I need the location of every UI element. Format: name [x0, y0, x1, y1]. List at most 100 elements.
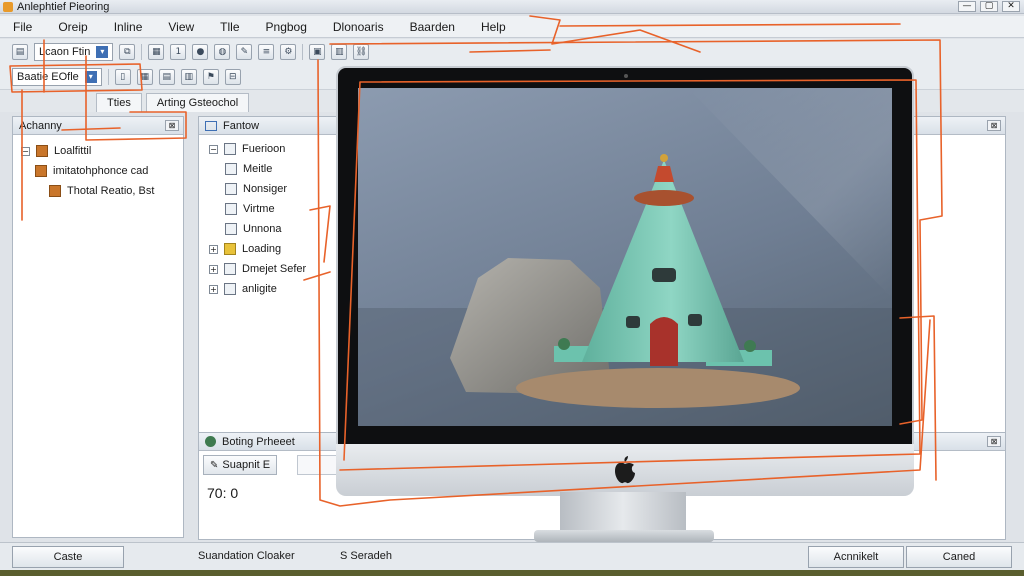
- cancel-button[interactable]: Caned: [906, 546, 1012, 568]
- tree-item-label: anligite: [242, 283, 277, 295]
- tower-band: [634, 190, 694, 206]
- tree-item[interactable]: imitatohphonce cad: [21, 161, 175, 181]
- bush-right: [744, 340, 756, 352]
- pin-icon[interactable]: ⊠: [165, 120, 179, 131]
- menu-file[interactable]: File: [0, 20, 45, 34]
- island-base: [516, 368, 800, 408]
- caste-button[interactable]: Caste: [12, 546, 124, 568]
- tree-item-label: Virtme: [243, 203, 275, 215]
- window-right: [688, 314, 702, 326]
- menu-dlonoaris[interactable]: Dlonoaris: [320, 20, 397, 34]
- apple-logo-icon: [615, 456, 635, 484]
- menu-bar: File Oreip Inline View Tlle Pngbog Dlono…: [0, 16, 1024, 38]
- menu-pngbog[interactable]: Pngbog: [253, 20, 320, 34]
- render-viewport[interactable]: [358, 88, 892, 426]
- font-combo[interactable]: Lcaon Ftin ▾: [34, 42, 114, 61]
- style-combo-label: Baatie EOfle: [17, 70, 79, 83]
- open-icon[interactable]: ▤: [12, 43, 28, 60]
- value-readout: 70: 0: [207, 485, 239, 501]
- menu-view[interactable]: View: [155, 20, 207, 34]
- table-icon[interactable]: ▥: [180, 68, 197, 85]
- menu-baarden[interactable]: Baarden: [397, 20, 468, 34]
- collapse-icon[interactable]: −: [21, 146, 30, 156]
- tree-item-label: Loading: [242, 243, 282, 255]
- accept-button[interactable]: Acnnikelt: [808, 546, 904, 568]
- link-icon[interactable]: ⛓: [353, 43, 370, 60]
- tree-item-label: Thotal Reatio, Bst: [67, 185, 155, 197]
- copy-icon[interactable]: ⧉: [119, 43, 136, 60]
- chart-icon[interactable]: ▤: [158, 68, 175, 85]
- number-icon[interactable]: 1: [170, 43, 187, 60]
- pin-icon[interactable]: ⊠: [987, 120, 1001, 131]
- expand-icon[interactable]: +: [209, 284, 218, 294]
- expand-icon[interactable]: +: [209, 244, 218, 254]
- folder-icon: [224, 243, 236, 255]
- expand-icon[interactable]: +: [209, 264, 218, 274]
- mid-panel-title: Fantow: [223, 119, 260, 132]
- window-title: Anlephtief Pieoring: [17, 0, 110, 13]
- tree-item-label: Fuerioon: [242, 143, 286, 155]
- tree-item[interactable]: Thotal Reatio, Bst: [21, 181, 175, 201]
- checkbox-icon[interactable]: [225, 223, 237, 235]
- monitor-bezel: [336, 66, 914, 496]
- submit-button[interactable]: ✎ Suapnit E: [203, 455, 278, 475]
- tab-arting[interactable]: Arting Gsteochol: [145, 93, 250, 112]
- document-icon: [224, 263, 236, 275]
- app-icon: [3, 1, 13, 12]
- tree-item-label: Nonsiger: [243, 183, 288, 195]
- page-icon[interactable]: ▯: [114, 68, 131, 85]
- tab-tties[interactable]: Tties: [96, 93, 142, 112]
- toolbar-main: ▤ Lcaon Ftin ▾ ⧉ ▦ 1 ● ◍ ✎ ≡ ⚙ ▣ ▥ ⛓: [0, 39, 1024, 65]
- layers-icon[interactable]: ≡: [258, 43, 275, 60]
- folder-icon: [36, 145, 48, 157]
- pin-icon[interactable]: ⚑: [202, 68, 219, 85]
- window-top: [652, 268, 676, 282]
- divider: [141, 43, 143, 60]
- left-panel-title: Achanny: [19, 119, 62, 132]
- title-bar: Anlephtief Pieoring — ▢ ✕: [0, 0, 1024, 14]
- status-text-1: Suandation Cloaker: [198, 550, 295, 562]
- divider: [302, 43, 304, 60]
- maximize-button[interactable]: ▢: [980, 1, 998, 12]
- document-icon: [225, 203, 237, 215]
- window-icon: [205, 120, 217, 131]
- status-bar: Caste Suandation Cloaker S Seradeh Acnni…: [0, 542, 1024, 570]
- edit-icon: ✎: [210, 459, 219, 471]
- style-combo[interactable]: Baatie EOfle ▾: [12, 67, 102, 86]
- tree-item-label: Loalfittil: [54, 145, 92, 157]
- close-button[interactable]: ✕: [1002, 1, 1020, 12]
- pin-icon[interactable]: ⊠: [987, 436, 1001, 447]
- print-icon[interactable]: ▦: [148, 43, 165, 60]
- document-icon: [224, 143, 236, 155]
- chevron-down-icon[interactable]: ▾: [84, 70, 97, 83]
- menu-oreip[interactable]: Oreip: [45, 20, 100, 34]
- tree-item-label: Unnona: [243, 223, 282, 235]
- monitor-chin: [336, 444, 914, 496]
- globe-icon[interactable]: ◍: [214, 43, 231, 60]
- menu-inline[interactable]: Inline: [101, 20, 156, 34]
- menu-help[interactable]: Help: [468, 20, 519, 34]
- chevron-down-icon[interactable]: ▾: [96, 45, 109, 58]
- record-icon[interactable]: ●: [192, 43, 209, 60]
- collapse-icon[interactable]: −: [209, 144, 218, 154]
- monitor-stand: [560, 492, 686, 532]
- camera-icon: [624, 74, 628, 78]
- image-icon[interactable]: ▣: [309, 43, 326, 60]
- brush-icon[interactable]: ✎: [236, 43, 253, 60]
- minimize-button[interactable]: —: [958, 1, 976, 12]
- grid-icon[interactable]: ▦: [136, 68, 153, 85]
- lock-icon[interactable]: ⊟: [224, 68, 241, 85]
- door: [650, 317, 678, 366]
- left-panel-header: Achanny ⊠: [13, 117, 183, 135]
- tree-item-label: imitatohphonce cad: [53, 165, 149, 177]
- menu-tlle[interactable]: Tlle: [207, 20, 252, 34]
- chart-icon[interactable]: ▥: [331, 43, 348, 60]
- tree-item[interactable]: − Loalfittil: [21, 141, 175, 161]
- tower-finial: [660, 154, 668, 162]
- render-scene: [358, 88, 892, 426]
- image-icon: [49, 185, 61, 197]
- status-icon: [205, 436, 216, 447]
- taskbar: [0, 570, 1024, 576]
- settings-icon[interactable]: ⚙: [280, 43, 297, 60]
- document-icon: [224, 283, 236, 295]
